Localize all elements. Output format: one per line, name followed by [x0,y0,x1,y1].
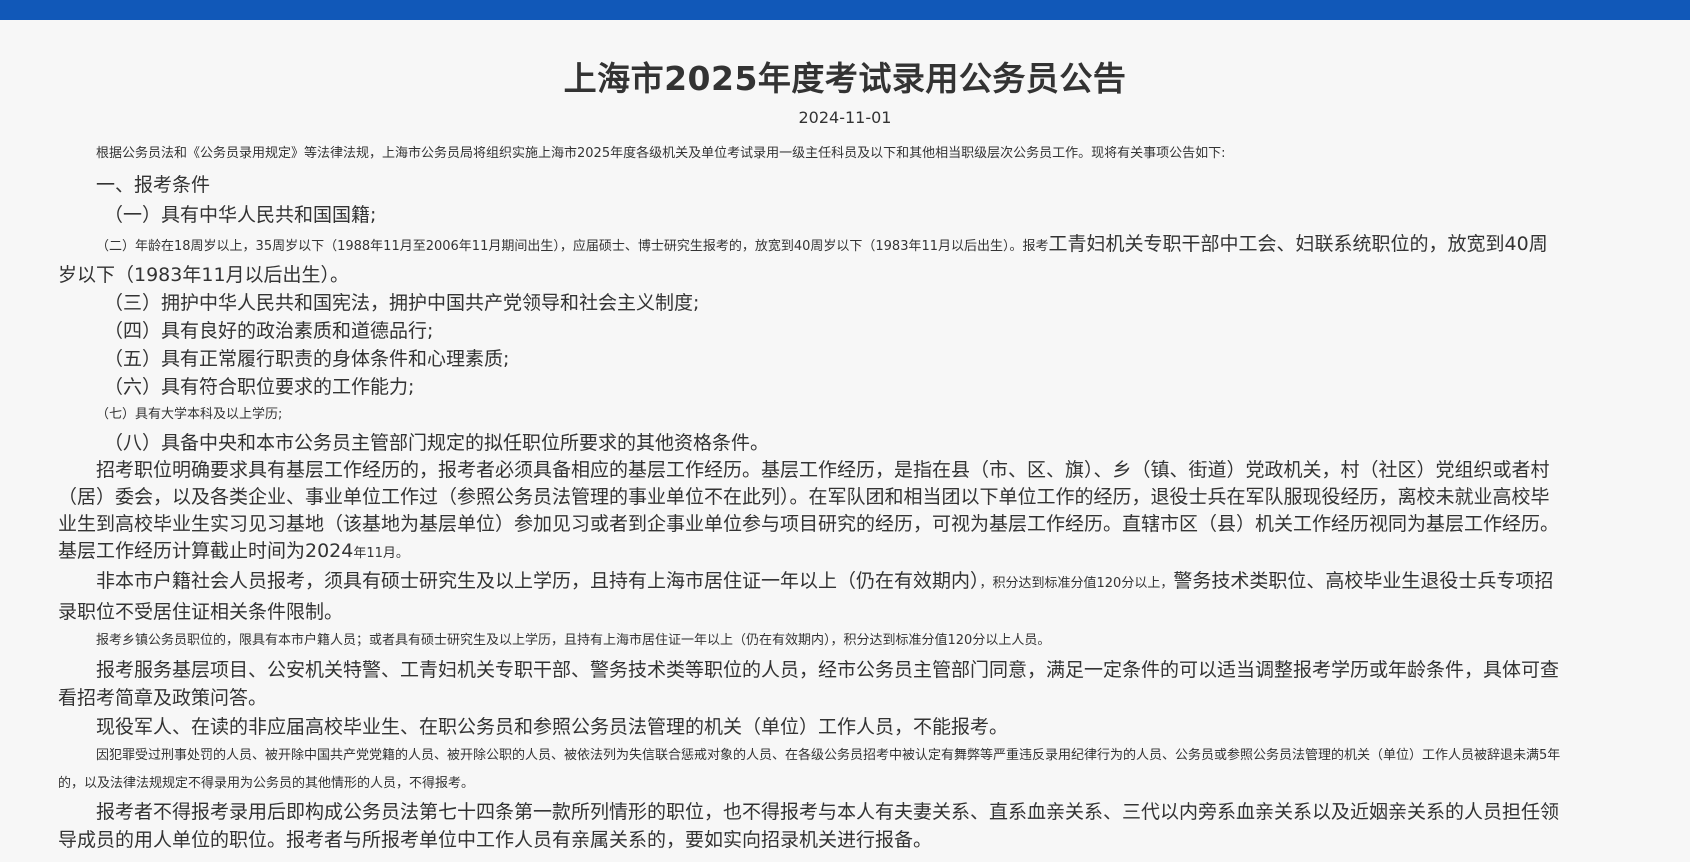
section-heading-conditions: 一、报考条件 [96,174,211,196]
condition-7: （七）具有大学本科及以上学历; [96,407,283,422]
township-paragraph: 报考乡镇公务员职位的，限具有本市户籍人员；或者具有硕士研究生及以上学历，且持有上… [96,633,1051,648]
grassroots-text: 招考职位明确要求具有基层工作经历的，报考者必须具备相应的基层工作经历。基层工作经… [58,459,1560,562]
grassroots-paragraph: 招考职位明确要求具有基层工作经历的，报考者必须具备相应的基层工作经历。基层工作经… [58,457,1563,567]
nonlocal-paragraph: 非本市户籍社会人员报考，须具有硕士研究生及以上学历，且持有上海市居住证一年以上（… [58,567,1563,626]
excluded-paragraph-2: 因犯罪受过刑事处罚的人员、被开除中国共产党党籍的人员、被开除公职的人员、被依法列… [58,748,1561,791]
intro-paragraph: 根据公务员法和《公务员录用规定》等法律法规，上海市公务员局将组织实施上海市202… [96,146,1226,161]
publish-date: 2024-11-01 [798,108,892,127]
relation-paragraph: 报考者不得报考录用后即构成公务员法第七十四条第一款所列情形的职位，也不得报考与本… [58,801,1560,851]
condition-1: （一）具有中华人民共和国国籍; [104,204,377,226]
nonlocal-text-small: ，积分达到标准分值120分以上， [979,576,1174,591]
condition-8: （八）具备中央和本市公务员主管部门规定的拟任职位所要求的其他资格条件。 [104,432,770,454]
nonlocal-text-1: 非本市户籍社会人员报考，须具有硕士研究生及以上学历，且持有上海市居住证一年以上（… [96,570,980,592]
excluded-paragraph-1: 现役军人、在读的非应届高校毕业生、在职公务员和参照公务员法管理的机关（单位）工作… [96,716,1009,738]
condition-2-text-small: （二）年龄在18周岁以上，35周岁以下（1988年11月至2006年11月期间出… [96,239,1049,254]
top-bar [0,0,1690,20]
condition-2: （二）年龄在18周岁以上，35周岁以下（1988年11月至2006年11月期间出… [58,230,1563,289]
condition-5: （五）具有正常履行职责的身体条件和心理素质; [104,348,510,370]
adjust-paragraph: 报考服务基层项目、公安机关特警、工青妇机关专职干部、警务技术类等职位的人员，经市… [58,659,1560,709]
condition-6: （六）具有符合职位要求的工作能力; [104,376,415,398]
page-title: 上海市2025年度考试录用公务员公告 [563,59,1127,98]
condition-3: （三）拥护中华人民共和国宪法，拥护中国共产党领导和社会主义制度; [104,292,700,314]
grassroots-text-small: 年11月。 [353,546,409,561]
article-body: 根据公务员法和《公务员录用规定》等法律法规，上海市公务员局将组织实施上海市202… [58,142,1563,854]
condition-4: （四）具有良好的政治素质和道德品行; [104,320,434,342]
